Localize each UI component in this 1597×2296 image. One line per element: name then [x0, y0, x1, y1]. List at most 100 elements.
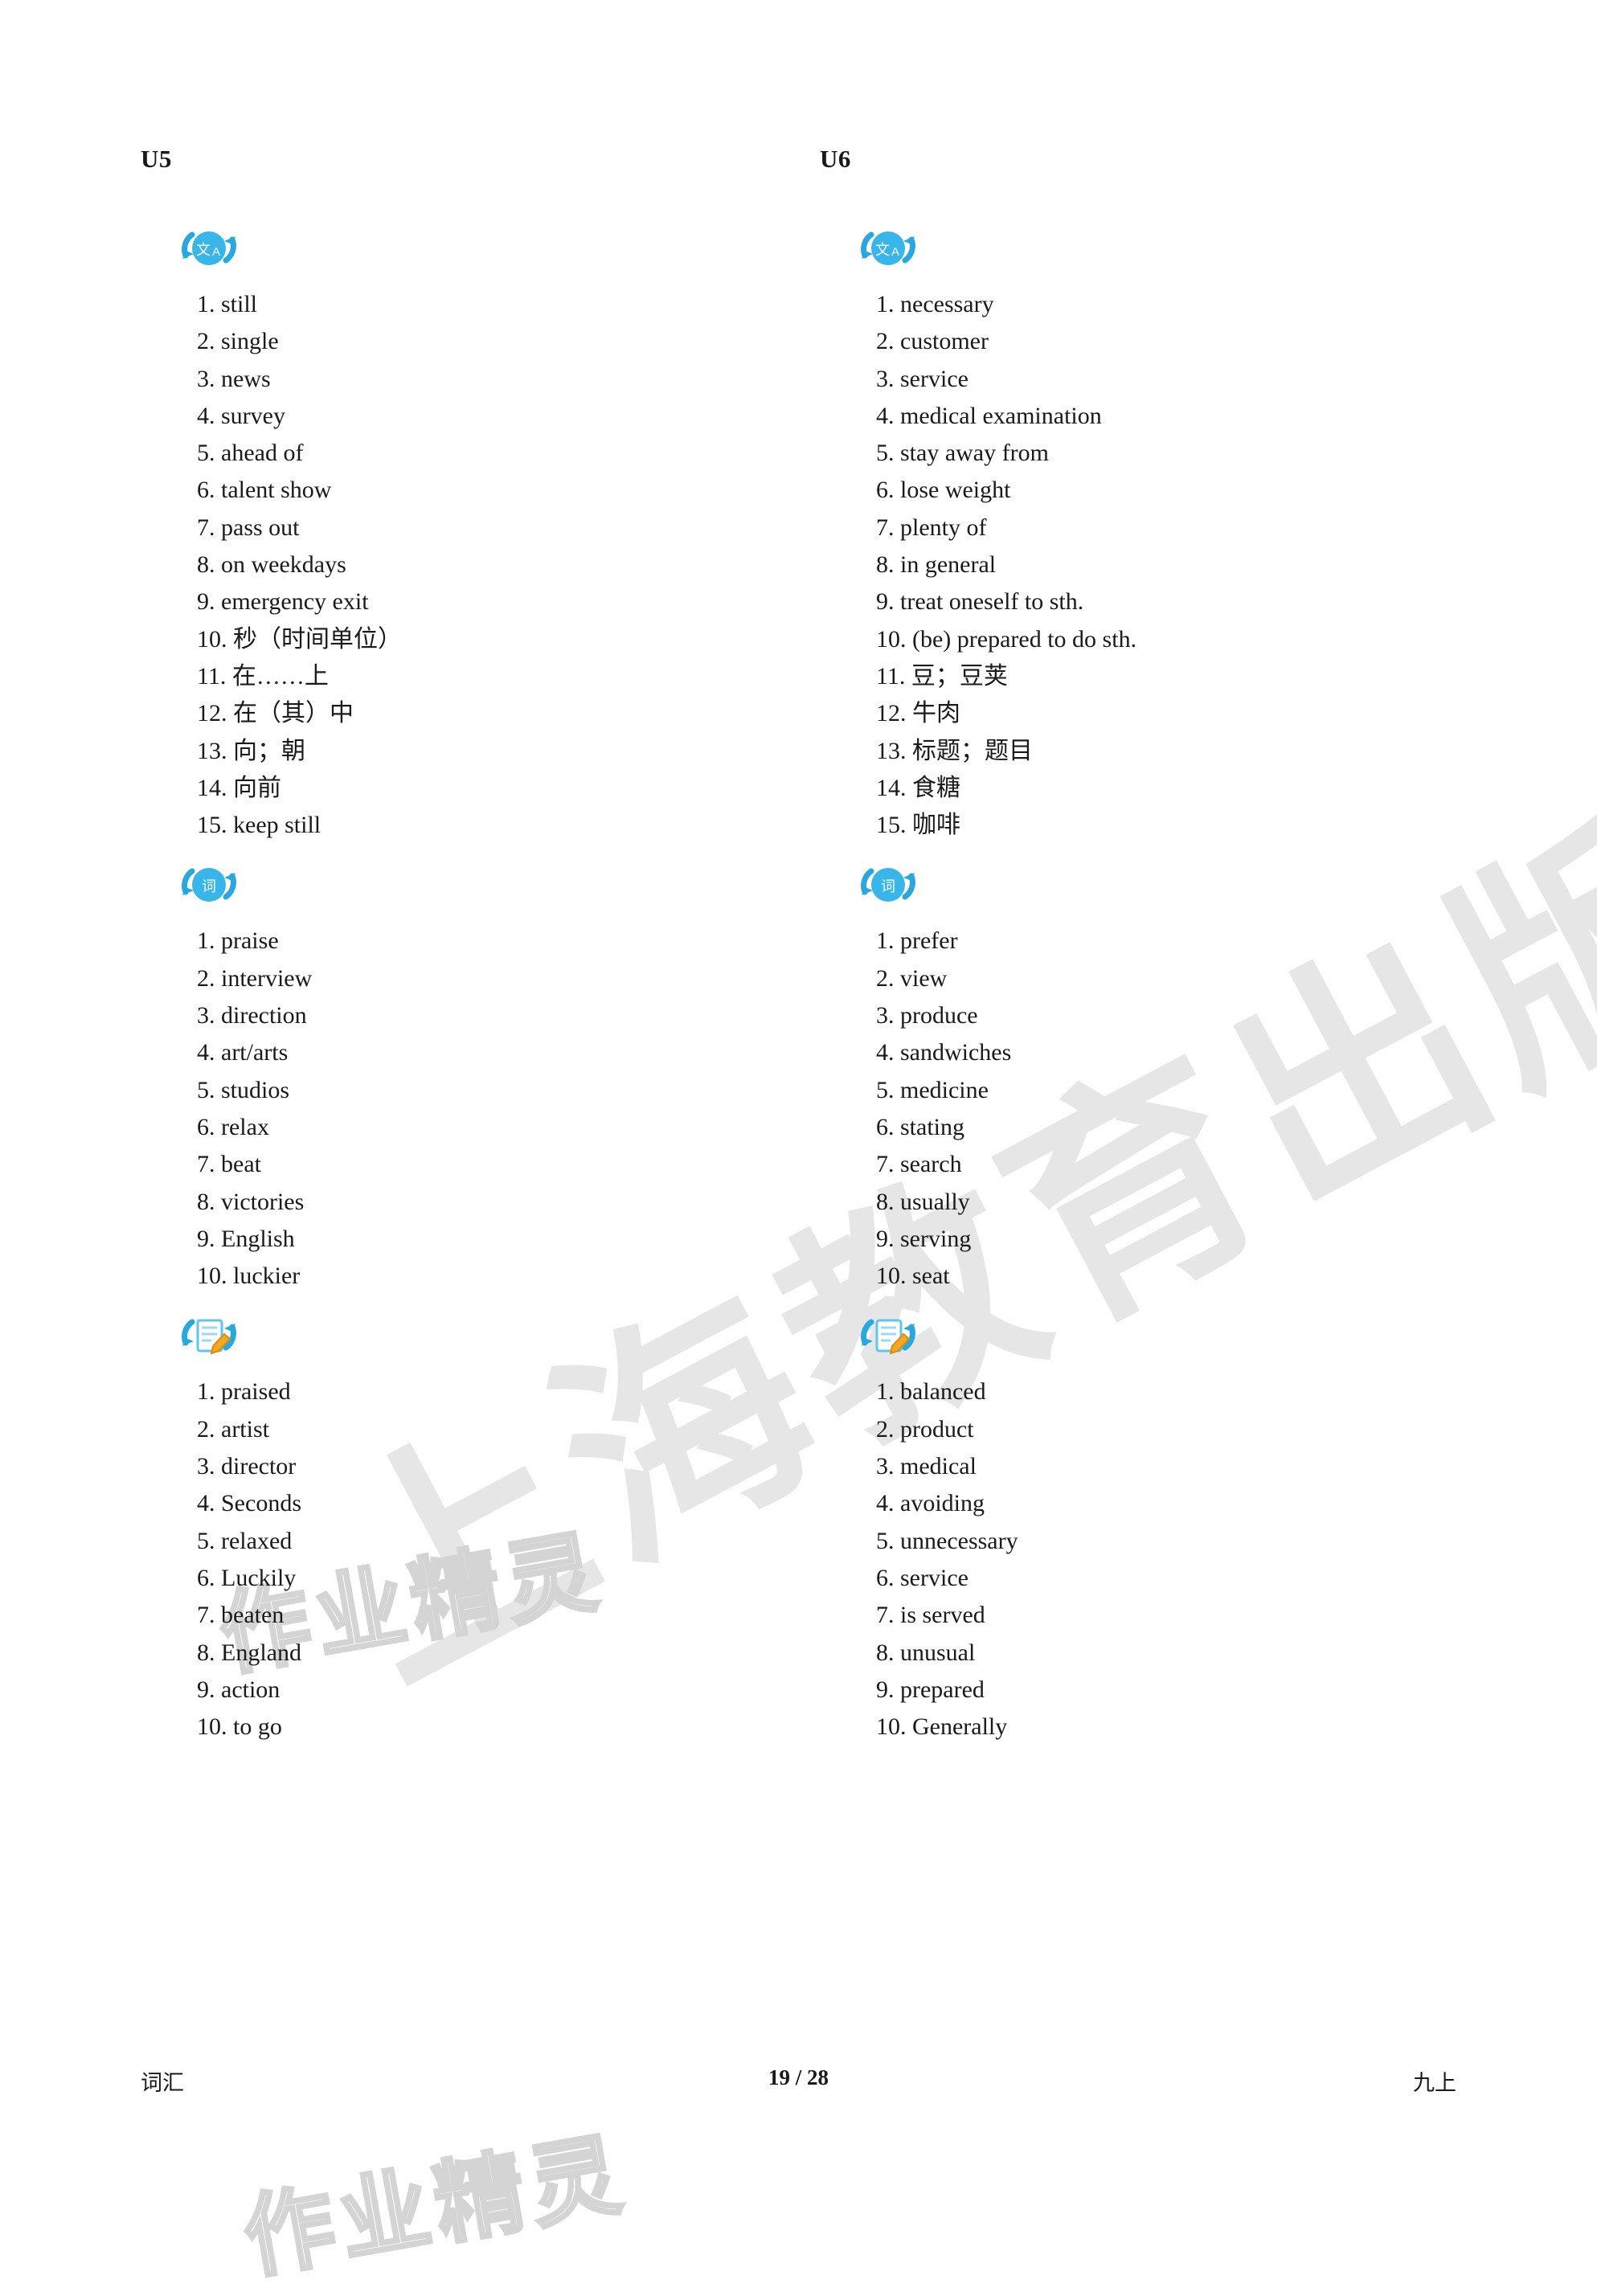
list-item: 2. customer — [876, 328, 989, 355]
list-item: 12. 牛肉 — [876, 700, 960, 727]
list-item: 5. stay away from — [876, 440, 1049, 467]
list-item: 8. in general — [876, 551, 997, 579]
list-item: 6. lose weight — [876, 477, 1011, 504]
unit-title-u5: U5 — [141, 145, 172, 173]
list-item: 3. direction — [197, 1002, 307, 1029]
svg-text:文: 文 — [196, 242, 211, 258]
list-item: 1. necessary — [876, 291, 994, 317]
list-item: 5. unnecessary — [876, 1527, 1018, 1554]
list-item: 9. emergency exit — [197, 588, 369, 616]
list-item: 13. 向；朝 — [197, 737, 305, 764]
word-icon: 词 — [850, 858, 927, 916]
translate-icon: 文 A — [171, 222, 248, 280]
list-item: 9. English — [197, 1225, 295, 1252]
list-item: 2. single — [197, 328, 279, 355]
list-item: 6. Luckily — [197, 1564, 297, 1591]
page-footer: 词汇 19 / 28 九上 — [141, 2065, 1456, 2098]
footer-page-number: 19 / 28 — [768, 2065, 829, 2089]
writing-icon — [171, 1309, 248, 1367]
list-item: 8. unusual — [876, 1639, 976, 1666]
svg-text:文: 文 — [875, 242, 890, 258]
column-u6: U6 文 A 1. necessary 2. customer 3. servi… — [820, 145, 1463, 1760]
list-item: 4. art/arts — [197, 1039, 289, 1066]
list-item: 5. ahead of — [197, 440, 304, 467]
list-item: 12. 在（其）中 — [197, 700, 354, 727]
list-item: 5. medicine — [876, 1076, 989, 1103]
list-item: 9. treat oneself to sth. — [876, 588, 1084, 616]
list-item: 10. 秒（时间单位） — [197, 625, 402, 653]
list-item: 3. service — [876, 365, 968, 392]
list-item: 6. relax — [197, 1113, 269, 1140]
list-item: 7. pass out — [197, 514, 300, 541]
list-item: 7. search — [876, 1151, 962, 1178]
section-word-u6: 词 1. prefer 2. view 3. produce 4. sandwi… — [820, 858, 1463, 1295]
list-item: 9. prepared — [876, 1676, 985, 1703]
footer-grade-label: 九上 — [1413, 2071, 1456, 2095]
list-item: 7. beaten — [197, 1602, 285, 1629]
list-item: 10. to go — [197, 1713, 282, 1741]
watermark-brand-2: 作业精灵 — [235, 2122, 635, 2290]
list-item: 4. survey — [197, 402, 285, 429]
list-item: 6. stating — [876, 1113, 964, 1140]
list-item: 2. artist — [197, 1415, 269, 1443]
footer-section-label: 词汇 — [141, 2071, 184, 2095]
list-item: 6. service — [876, 1564, 968, 1591]
list-item: 9. action — [197, 1676, 280, 1703]
list-item: 13. 标题；题目 — [876, 737, 1033, 764]
list-item: 5. studios — [197, 1076, 290, 1103]
item-list: 1. praised 2. artist 3. director 4. Seco… — [141, 1373, 784, 1746]
list-item: 11. 豆；豆荚 — [876, 662, 1008, 690]
list-item: 3. news — [197, 365, 271, 392]
section-translate-u6: 文 A 1. necessary 2. customer 3. service … — [820, 222, 1463, 844]
list-item: 9. serving — [876, 1225, 972, 1252]
list-item: 6. talent show — [197, 477, 332, 504]
list-item: 7. beat — [197, 1151, 261, 1178]
section-writing-u5: 1. praised 2. artist 3. director 4. Seco… — [141, 1309, 784, 1746]
list-item: 10. seat — [876, 1263, 950, 1290]
word-icon: 词 — [171, 858, 248, 916]
list-item: 1. praise — [197, 927, 279, 955]
section-writing-u6: 1. balanced 2. product 3. medical 4. avo… — [820, 1309, 1463, 1746]
list-item: 1. balanced — [876, 1378, 986, 1406]
item-list: 1. praise 2. interview 3. direction 4. a… — [141, 923, 784, 1295]
list-item: 2. interview — [197, 964, 313, 992]
svg-text:词: 词 — [202, 878, 216, 894]
svg-text:词: 词 — [881, 878, 895, 894]
list-item: 8. usually — [876, 1188, 970, 1215]
list-item: 8. on weekdays — [197, 551, 346, 579]
svg-text:A: A — [891, 245, 899, 259]
unit-title-u6: U6 — [820, 145, 851, 173]
list-item: 15. 咖啡 — [876, 812, 960, 839]
item-list: 1. balanced 2. product 3. medical 4. avo… — [820, 1373, 1463, 1746]
list-item: 15. keep still — [197, 812, 321, 839]
list-item: 4. sandwiches — [876, 1039, 1012, 1066]
document-page: 上海教育出版社 作业精灵 作业精灵 U5 文 A 1. still 2. sin… — [0, 0, 1597, 2291]
section-word-u5: 词 1. praise 2. interview 3. direction 4.… — [141, 858, 784, 1295]
list-item: 7. is served — [876, 1602, 985, 1629]
list-item: 1. still — [197, 291, 258, 317]
list-item: 5. relaxed — [197, 1527, 293, 1554]
list-item: 14. 食糖 — [876, 774, 960, 801]
list-item: 8. England — [197, 1639, 301, 1666]
item-list: 1. necessary 2. customer 3. service 4. m… — [820, 286, 1463, 844]
list-item: 8. victories — [197, 1188, 305, 1215]
column-u5: U5 文 A 1. still 2. single 3. news 4. sur… — [141, 145, 784, 1760]
list-item: 7. plenty of — [876, 514, 987, 541]
list-item: 3. medical — [876, 1453, 977, 1480]
list-item: 10. (be) prepared to do sth. — [876, 625, 1137, 653]
translate-icon: 文 A — [850, 222, 927, 280]
list-item: 4. avoiding — [876, 1490, 985, 1517]
list-item: 1. prefer — [876, 927, 958, 955]
list-item: 10. luckier — [197, 1263, 301, 1290]
list-item: 4. Seconds — [197, 1490, 301, 1517]
list-item: 10. Generally — [876, 1713, 1008, 1741]
svg-text:A: A — [212, 245, 220, 259]
list-item: 11. 在……上 — [197, 662, 329, 690]
list-item: 1. praised — [197, 1378, 291, 1406]
list-item: 2. product — [876, 1415, 974, 1443]
list-item: 3. produce — [876, 1002, 978, 1029]
list-item: 3. director — [197, 1453, 297, 1480]
list-item: 4. medical examination — [876, 402, 1102, 429]
list-item: 2. view — [876, 964, 948, 992]
item-list: 1. prefer 2. view 3. produce 4. sandwich… — [820, 923, 1463, 1295]
